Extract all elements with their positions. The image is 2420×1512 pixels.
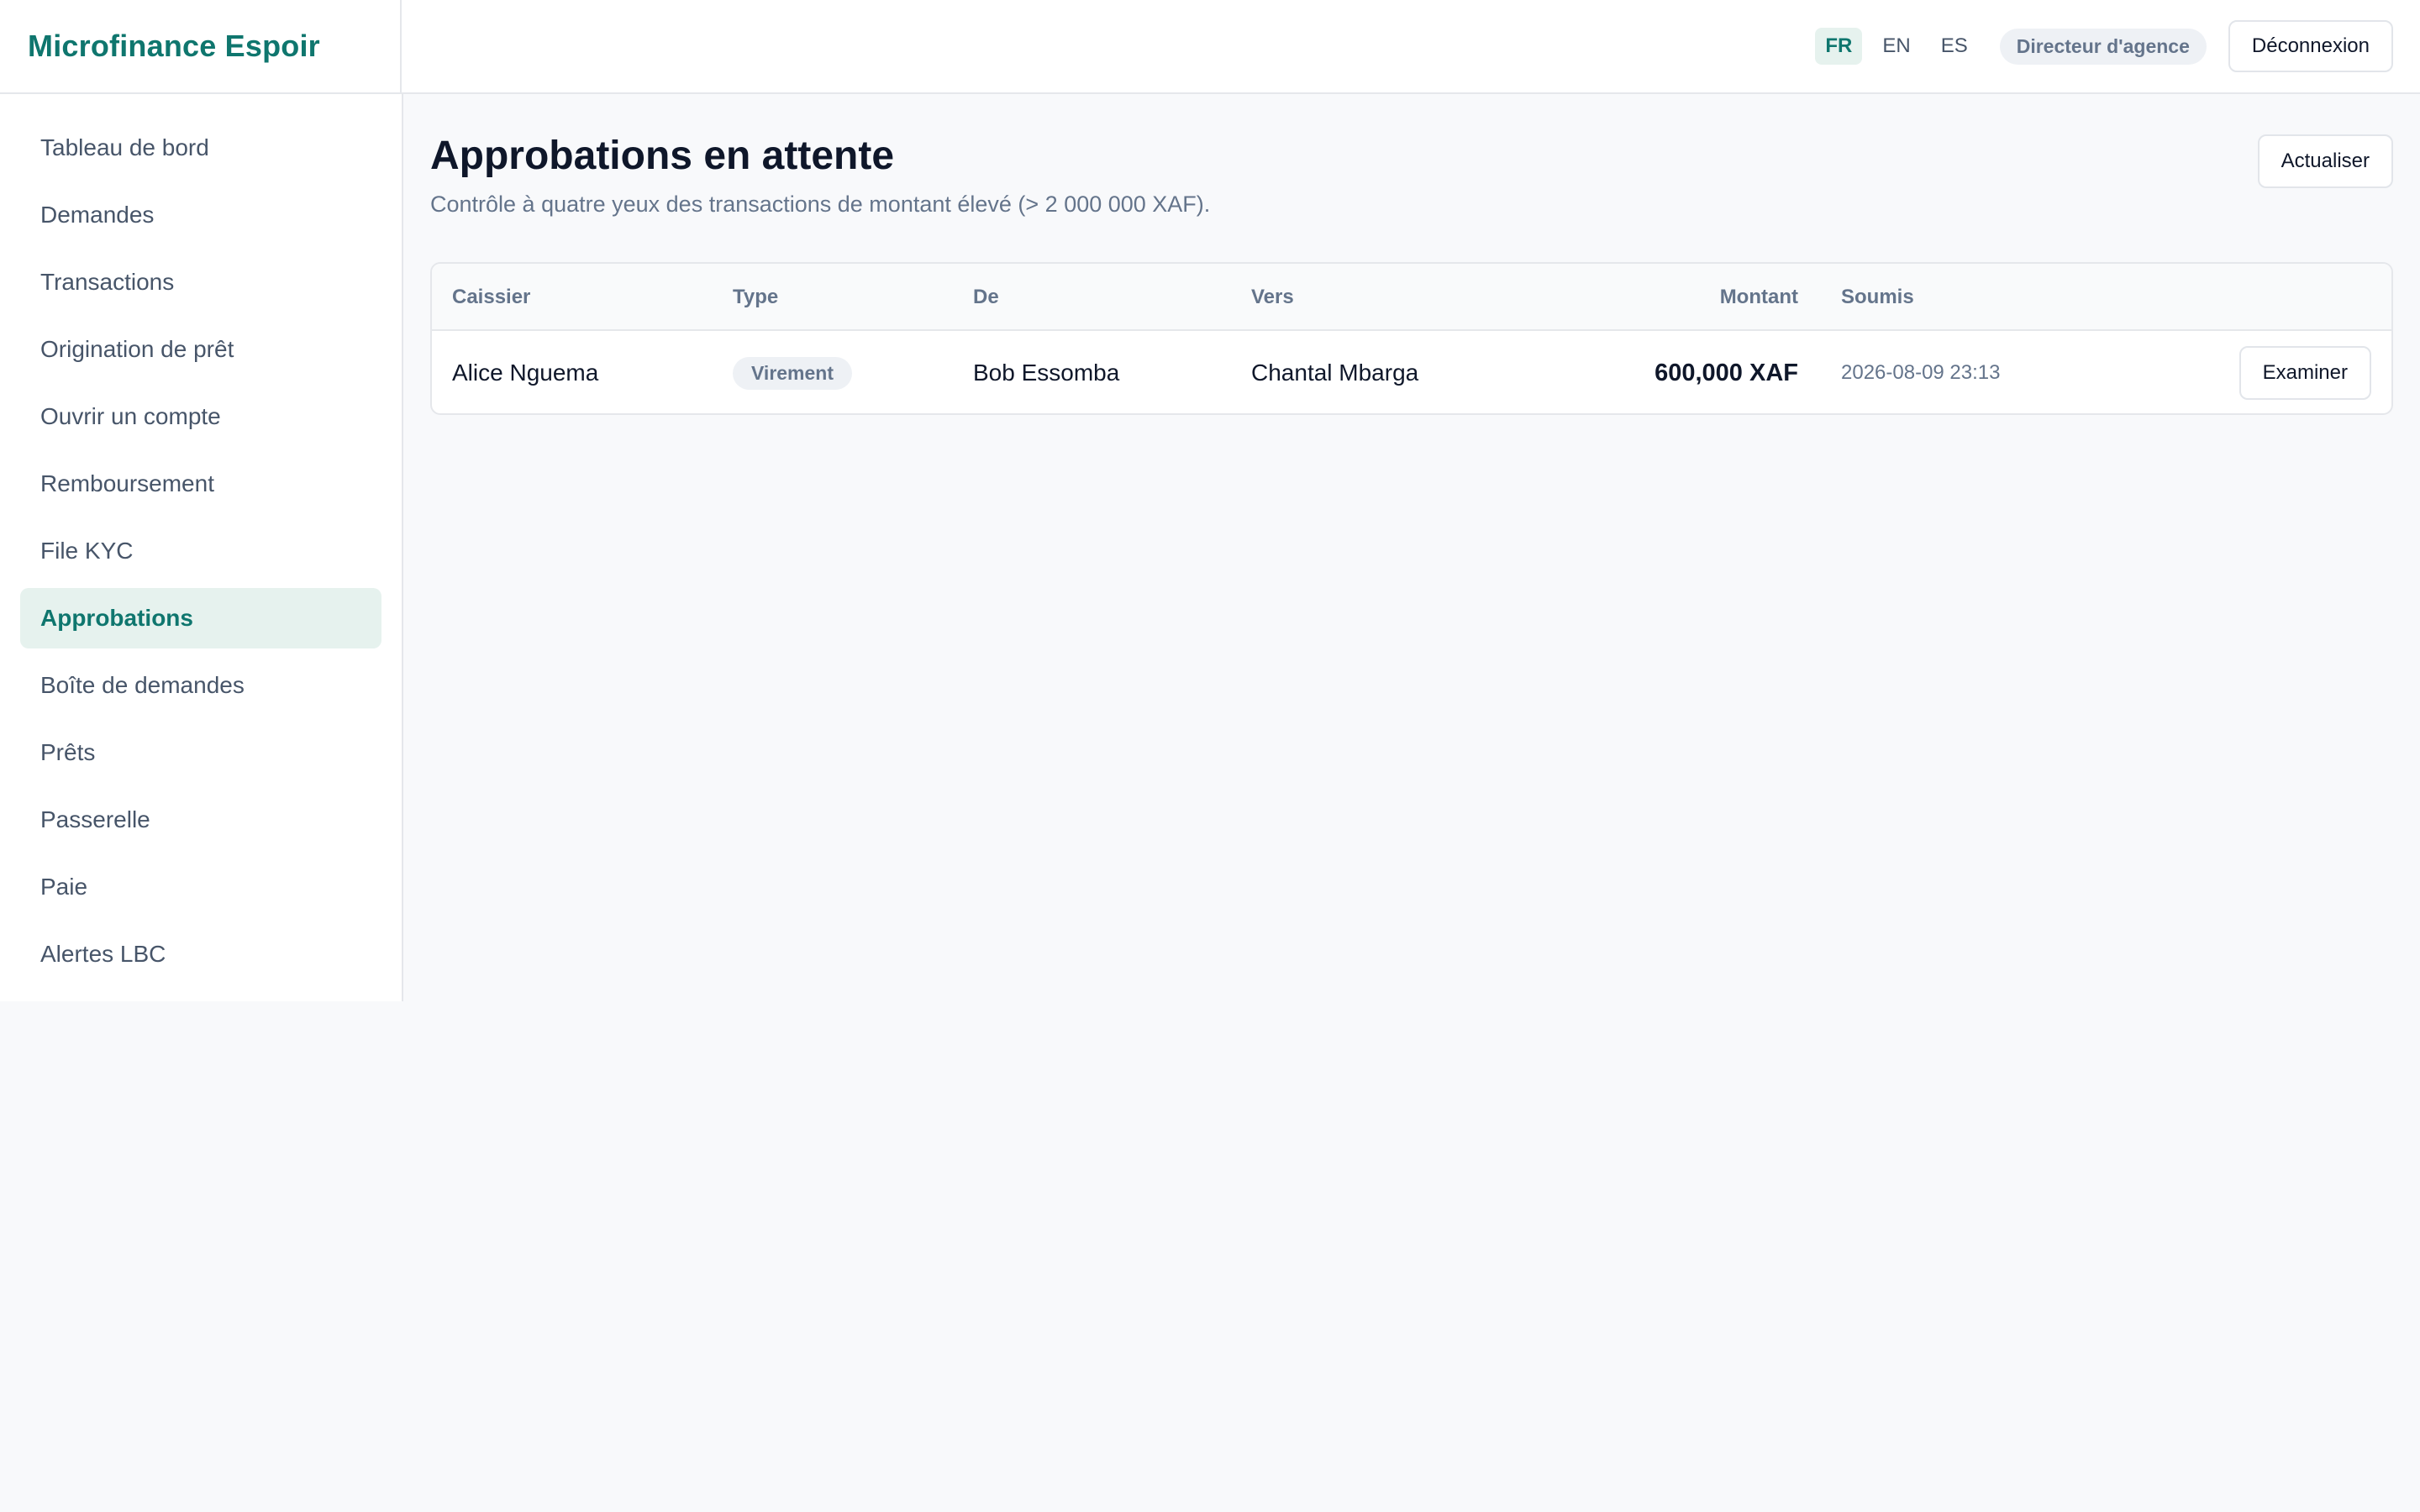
sidebar-item-payroll[interactable]: Paie xyxy=(20,857,381,917)
column-header-cashier[interactable]: Caissier xyxy=(452,264,530,331)
type-badge: Virement xyxy=(733,356,853,390)
column-header-submitted[interactable]: Soumis xyxy=(1841,264,1914,331)
approvals-table: Caissier Type De Vers Montant Soumis Ali… xyxy=(430,262,2393,415)
sidebar-item-request-inbox[interactable]: Boîte de demandes xyxy=(20,655,381,716)
cell-to: Chantal Mbarga xyxy=(1251,360,1419,386)
sidebar-item-loan-origination[interactable]: Origination de prêt xyxy=(20,319,381,380)
header-actions: FR EN ES Directeur d'agence Déconnexion xyxy=(1805,0,2393,92)
role-badge: Directeur d'agence xyxy=(1999,28,2207,65)
page-subtitle: Contrôle à quatre yeux des transactions … xyxy=(430,192,1211,217)
brand-area: Microfinance Espoir xyxy=(0,0,402,92)
cell-amount: 600,000 XAF xyxy=(1655,359,1798,386)
language-fr[interactable]: FR xyxy=(1815,28,1863,65)
sidebar-item-approvals[interactable]: Approbations xyxy=(20,588,381,648)
column-header-from[interactable]: De xyxy=(973,264,999,331)
table-row[interactable]: Alice Nguema Virement Bob Essomba Chanta… xyxy=(432,331,2391,413)
language-es[interactable]: ES xyxy=(1931,28,1978,65)
sidebar-item-repayment[interactable]: Remboursement xyxy=(20,454,381,514)
sidebar: Tableau de bord Demandes Transactions Or… xyxy=(0,94,403,1001)
cell-action: Examiner xyxy=(2238,331,2371,413)
logout-button[interactable]: Déconnexion xyxy=(2228,20,2393,72)
top-header: Microfinance Espoir FR EN ES Directeur d… xyxy=(0,0,2420,94)
table-header: Caissier Type De Vers Montant Soumis xyxy=(432,264,2391,331)
page-title: Approbations en attente xyxy=(430,134,895,178)
sidebar-item-open-account[interactable]: Ouvrir un compte xyxy=(20,386,381,447)
sidebar-item-requests[interactable]: Demandes xyxy=(20,185,381,245)
sidebar-item-gateway[interactable]: Passerelle xyxy=(20,790,381,850)
sidebar-item-aml-alerts[interactable]: Alertes LBC xyxy=(20,924,381,984)
column-header-to[interactable]: Vers xyxy=(1251,264,1294,331)
language-en[interactable]: EN xyxy=(1872,28,1920,65)
brand-logo-text[interactable]: Microfinance Espoir xyxy=(28,29,320,64)
cell-cashier: Alice Nguema xyxy=(452,360,599,386)
sidebar-item-kyc-queue[interactable]: File KYC xyxy=(20,521,381,581)
column-header-type[interactable]: Type xyxy=(733,264,778,331)
sidebar-item-dashboard[interactable]: Tableau de bord xyxy=(20,118,381,178)
column-header-amount[interactable]: Montant xyxy=(1720,264,1798,331)
refresh-button[interactable]: Actualiser xyxy=(2257,134,2393,188)
app-root: Microfinance Espoir FR EN ES Directeur d… xyxy=(0,0,2420,1512)
cell-type: Virement xyxy=(733,331,853,413)
review-button[interactable]: Examiner xyxy=(2238,346,2371,400)
sidebar-item-loans[interactable]: Prêts xyxy=(20,722,381,783)
cell-from: Bob Essomba xyxy=(973,360,1120,386)
sidebar-item-transactions[interactable]: Transactions xyxy=(20,252,381,312)
cell-submitted: 2026-08-09 23:13 xyxy=(1841,361,2001,384)
